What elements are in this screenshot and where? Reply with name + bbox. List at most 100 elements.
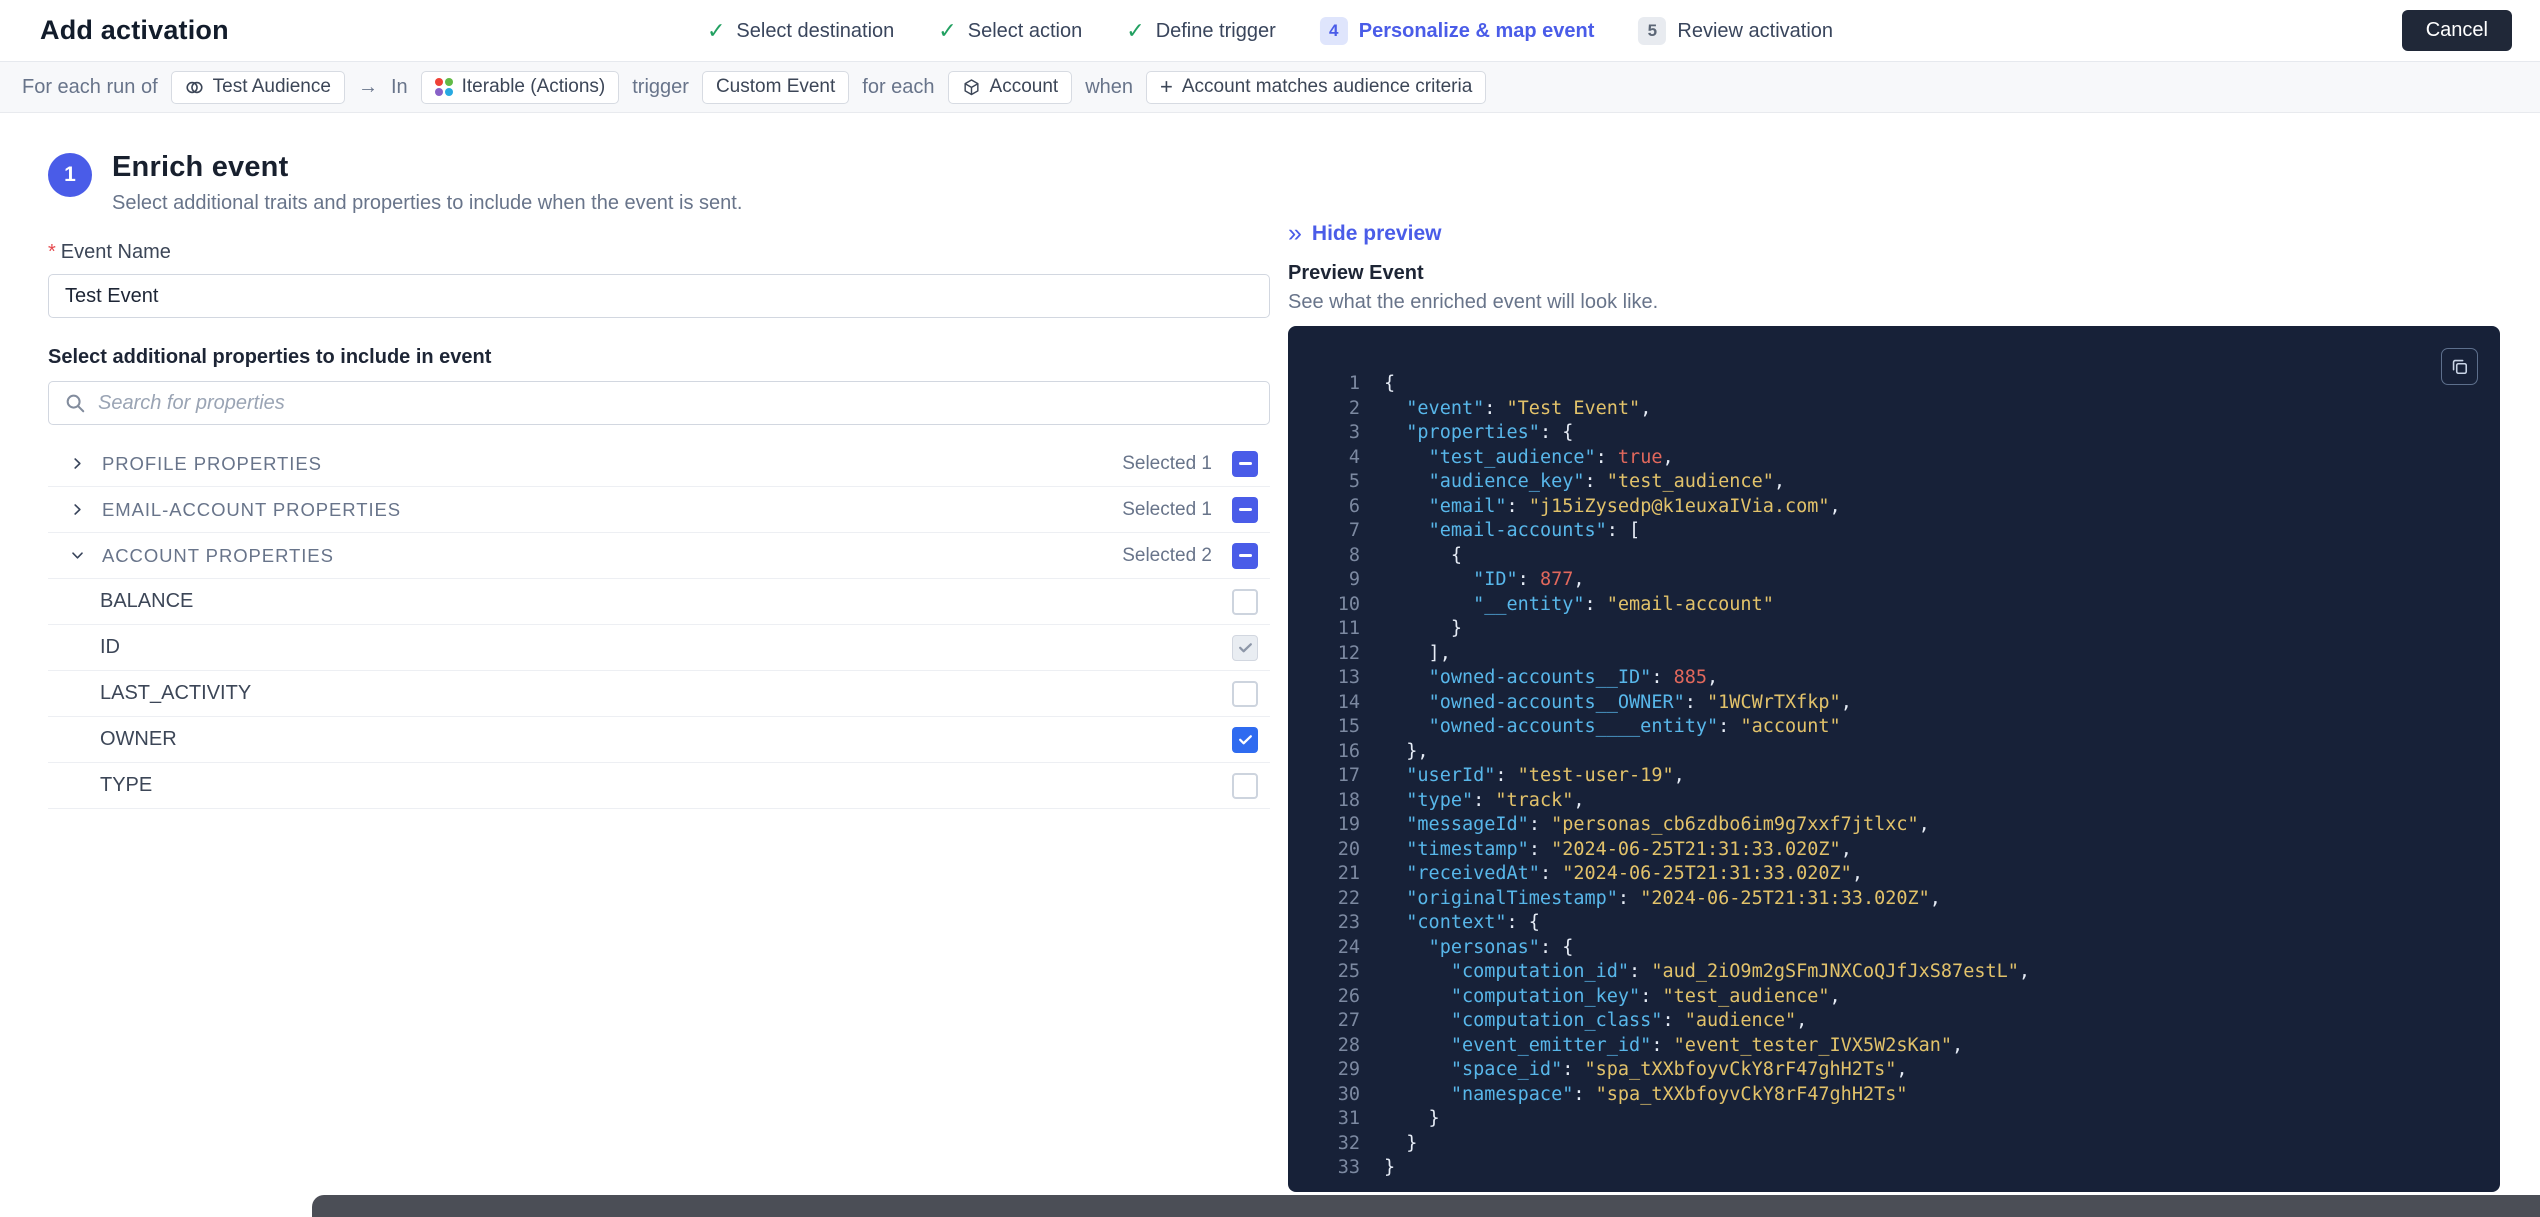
check-icon: ✓ (706, 18, 726, 43)
chip-label: Account (989, 76, 1059, 97)
summary-text: trigger (632, 75, 689, 98)
chevron-right-icon (70, 502, 102, 517)
property-search (48, 381, 1270, 425)
section-email-account-properties[interactable]: EMAIL-ACCOUNT PROPERTIES Selected 1 (48, 487, 1270, 533)
checkbox-checked-muted[interactable] (1232, 634, 1258, 661)
search-icon (64, 392, 86, 414)
summary-text: → (357, 75, 378, 98)
section-profile-properties[interactable]: PROFILE PROPERTIES Selected 1 (48, 441, 1270, 487)
chevron-down-icon (70, 548, 102, 563)
code-line: 30 "namespace": "spa_tXXbfoyvCkY8rF47ghH… (1337, 1083, 1908, 1105)
property-row-type[interactable]: TYPE (48, 763, 1270, 809)
code-line: 15 "owned-accounts____entity": "account" (1337, 716, 1841, 737)
copy-button[interactable] (2441, 348, 2478, 385)
checkbox-unchecked[interactable] (1232, 588, 1258, 615)
hide-preview-button[interactable]: » Hide preview (1288, 221, 1441, 246)
add-activation-page: Add activation ✓ Select destination ✓ Selec… (0, 0, 2540, 1217)
top-bar: Add activation ✓ Select destination ✓ Selec… (0, 0, 2540, 62)
code-line: 8 { (1348, 544, 1462, 566)
event-preview-code-panel: 1{ 2 "event": "Test Event", 3 "properties"… (1288, 326, 2500, 1192)
checkbox-unchecked[interactable] (1232, 772, 1258, 799)
step-label: Personalize & map event (1358, 19, 1595, 42)
main-content: 1 Enrich event Select additional traits … (0, 113, 2540, 1192)
code-line: 28 "event_emitter_id": "event_tester_IVX… (1337, 1034, 1964, 1056)
enrich-title: Enrich event (112, 151, 289, 183)
code-line: 22 "originalTimestamp": "2024-06-25T21:3… (1337, 887, 1941, 909)
preview-section: » Hide preview Preview Event See what th… (1288, 151, 2500, 1192)
copy-icon (2452, 359, 2468, 375)
required-marker: * (48, 241, 56, 263)
cancel-button[interactable]: Cancel (2401, 10, 2512, 51)
chevron-right-icon (70, 456, 102, 471)
enrich-step-header: 1 Enrich event Select additional traits … (48, 151, 1270, 215)
code-line: 29 "space_id": "spa_tXXbfoyvCkY8rF47ghH2… (1337, 1059, 1908, 1080)
step-number-circle: 1 (48, 153, 92, 197)
chip-test-audience: Test Audience (170, 70, 345, 104)
checkbox-checked[interactable] (1232, 726, 1258, 753)
step-select-destination[interactable]: ✓ Select destination (707, 20, 894, 43)
step-personalize-map-event[interactable]: 4 Personalize & map event (1319, 17, 1595, 45)
step-number-badge: 5 (1638, 17, 1667, 45)
chip-label: Custom Event (715, 76, 836, 97)
code-line: 25 "computation_id": "aud_2iO9m2gSFmJNXC… (1337, 961, 2031, 982)
code-line: 17 "userId": "test-user-19", (1337, 765, 1685, 786)
audience-icon (185, 78, 204, 97)
chip-label: Test Audience (212, 76, 331, 97)
chevrons-right-icon: » (1288, 219, 1302, 247)
chip-label: Iterable (Actions) (461, 76, 606, 97)
code-line: 27 "computation_class": "audience", (1337, 1010, 1808, 1031)
code-line: 16 }, (1337, 740, 1429, 762)
plus-icon: + (1160, 74, 1173, 99)
event-name-input[interactable] (48, 274, 1270, 318)
code-line: 19 "messageId": "personas_cb6zdbo6im9g7x… (1337, 814, 1930, 835)
property-label: LAST_ACTIVITY (100, 682, 252, 704)
wizard-stepper: ✓ Select destination ✓ Select action ✓ Define… (707, 0, 1833, 62)
chip-custom-event: Custom Event (701, 70, 850, 104)
summary-text: For each run of (22, 75, 158, 98)
step-number-badge: 4 (1319, 17, 1348, 45)
search-input[interactable] (98, 391, 1254, 415)
section-label: ACCOUNT PROPERTIES (102, 544, 334, 566)
property-row-balance[interactable]: BALANCE (48, 579, 1270, 625)
property-row-id[interactable]: ID (48, 625, 1270, 671)
code-line: 1{ (1348, 373, 1396, 394)
cube-icon (962, 78, 981, 97)
step-review-activation[interactable]: 5 Review activation (1638, 17, 1833, 45)
property-row-last-activity[interactable]: LAST_ACTIVITY (48, 671, 1270, 717)
chip-label: Account matches audience criteria (1181, 76, 1473, 97)
code-line: 7 "email-accounts": [ (1348, 520, 1641, 541)
enrich-subtitle: Select additional traits and properties … (112, 192, 743, 214)
step-select-action[interactable]: ✓ Select action (938, 20, 1082, 43)
code-line: 18 "type": "track", (1337, 789, 1585, 811)
event-name-field: * Event Name (48, 241, 1270, 318)
code-line: 23 "context": { (1337, 912, 1540, 933)
code-line: 12 ], (1337, 642, 1451, 664)
properties-accordion: PROFILE PROPERTIES Selected 1 EMAIL-ACCOUN… (48, 441, 1270, 809)
checkbox-indeterminate[interactable] (1232, 542, 1258, 569)
chip-iterable-actions: Iterable (Actions) (420, 70, 620, 104)
step-define-trigger[interactable]: ✓ Define trigger (1126, 20, 1276, 43)
step-label: Select action (967, 19, 1083, 42)
checkbox-indeterminate[interactable] (1232, 496, 1258, 523)
checkbox-indeterminate[interactable] (1232, 450, 1258, 477)
code-line: 33} (1337, 1157, 1396, 1178)
checkbox-unchecked[interactable] (1232, 680, 1258, 707)
step-label: Review activation (1677, 19, 1834, 42)
code-line: 14 "owned-accounts__OWNER": "1WCWrTXfkp"… (1337, 691, 1852, 713)
code-line: 9 "ID": 877, (1348, 569, 1585, 590)
step-label: Define trigger (1155, 19, 1276, 42)
code-line: 26 "computation_key": "test_audience", (1337, 985, 1841, 1007)
code-line: 3 "properties": { (1348, 422, 1574, 443)
code-line: 4 "test_audience": true, (1348, 446, 1674, 468)
property-label: BALANCE (100, 590, 194, 612)
code-line: 2 "event": "Test Event", (1348, 397, 1652, 419)
chip-account-matches-audience-criteria[interactable]: + Account matches audience criteria (1146, 70, 1487, 104)
chip-account: Account (947, 70, 1073, 104)
preview-subtitle: See what the enriched event will look li… (1288, 291, 1659, 313)
code-line: 32 } (1337, 1132, 1418, 1154)
summary-text: In (390, 75, 408, 98)
property-row-owner[interactable]: OWNER (48, 717, 1270, 763)
section-account-properties[interactable]: ACCOUNT PROPERTIES Selected 2 (48, 533, 1270, 579)
preview-title: Preview Event (1288, 262, 1424, 284)
event-name-label-text: Event Name (60, 241, 171, 263)
